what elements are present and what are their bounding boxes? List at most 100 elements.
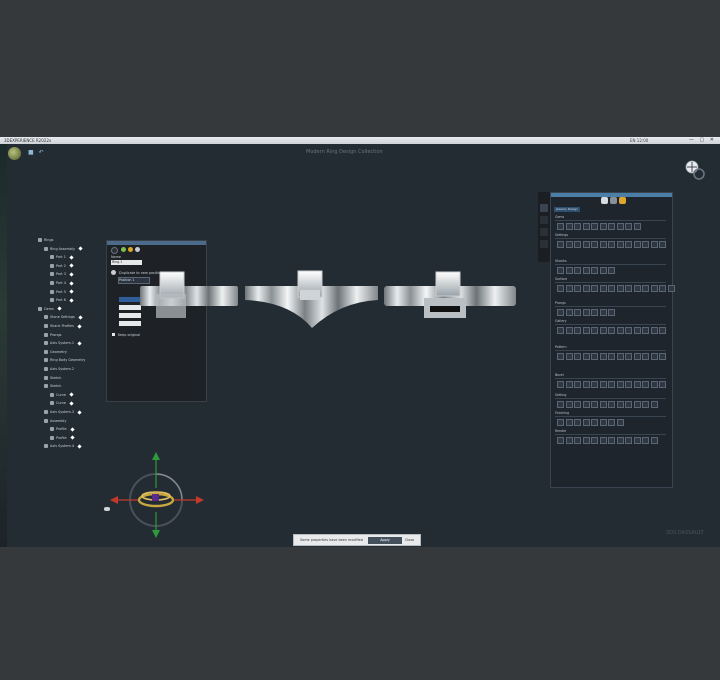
selected-field[interactable] <box>119 297 141 302</box>
command-icon[interactable] <box>599 267 607 274</box>
window-controls[interactable]: — ▢ ✕ <box>689 137 716 144</box>
dialog-menu-icon[interactable] <box>111 247 118 254</box>
tree-item[interactable]: Profile <box>50 435 75 441</box>
command-icon[interactable] <box>608 267 615 274</box>
command-icon[interactable] <box>591 309 598 316</box>
keep-original-checkbox[interactable] <box>112 333 115 336</box>
command-icon[interactable] <box>582 419 590 426</box>
command-icon[interactable] <box>625 285 632 292</box>
command-icon[interactable] <box>616 241 624 248</box>
command-icon[interactable] <box>608 381 615 388</box>
command-icon[interactable] <box>591 419 598 426</box>
tree-item[interactable]: Axis System.4 <box>44 443 82 449</box>
command-icon[interactable] <box>574 267 581 274</box>
command-icon[interactable] <box>599 223 607 230</box>
command-icon[interactable] <box>565 309 573 316</box>
tree-item[interactable]: Shank Profiles <box>44 323 82 329</box>
command-icon[interactable] <box>557 401 564 408</box>
tool-icon-2[interactable] <box>540 216 548 224</box>
ok-icon[interactable] <box>121 247 126 252</box>
command-icon[interactable] <box>608 309 615 316</box>
ring-2[interactable] <box>245 270 378 328</box>
command-icon[interactable] <box>642 241 649 248</box>
toast-apply-button[interactable]: Apply <box>368 536 402 544</box>
command-icon[interactable] <box>557 285 564 292</box>
tree-item[interactable]: Axis System.1 <box>44 340 82 346</box>
command-icon[interactable] <box>574 309 581 316</box>
command-icon[interactable] <box>591 327 598 334</box>
tree-item[interactable]: Geometry <box>44 349 67 355</box>
command-icon[interactable] <box>557 267 564 274</box>
command-icon[interactable] <box>608 419 615 426</box>
command-icon[interactable] <box>599 241 607 248</box>
tree-item[interactable]: Part 3 <box>50 271 74 277</box>
tool-icon-3[interactable] <box>540 228 548 236</box>
command-icon[interactable] <box>633 285 641 292</box>
ring-3[interactable] <box>384 271 516 318</box>
view-cube-icon[interactable] <box>104 507 110 511</box>
command-icon[interactable] <box>633 241 641 248</box>
command-icon[interactable] <box>591 353 598 360</box>
compass-icon[interactable] <box>110 450 210 540</box>
command-icon[interactable] <box>591 437 598 444</box>
command-icon[interactable] <box>608 285 615 292</box>
command-icon[interactable] <box>642 353 649 360</box>
command-icon[interactable] <box>557 437 564 444</box>
command-icon[interactable] <box>574 381 581 388</box>
command-icon[interactable] <box>582 437 590 444</box>
command-icon[interactable] <box>582 381 590 388</box>
tree-item[interactable]: Gems <box>38 306 62 312</box>
command-icon[interactable] <box>625 401 632 408</box>
command-icon[interactable] <box>650 437 658 444</box>
command-icon[interactable] <box>565 419 573 426</box>
command-icon[interactable] <box>582 223 590 230</box>
command-icon[interactable] <box>557 327 564 334</box>
command-icon[interactable] <box>625 327 632 334</box>
undo-icon[interactable]: ↶ <box>39 149 49 156</box>
save-icon[interactable]: ■ <box>28 149 39 156</box>
duplicate-option-icon[interactable] <box>111 270 116 275</box>
command-icon[interactable] <box>565 381 573 388</box>
command-icon[interactable] <box>616 381 624 388</box>
command-icon[interactable] <box>642 327 649 334</box>
command-icon[interactable] <box>659 285 666 292</box>
command-icon[interactable] <box>650 401 658 408</box>
command-icon[interactable] <box>557 353 564 360</box>
command-icon[interactable] <box>582 327 590 334</box>
command-icon[interactable] <box>574 241 581 248</box>
command-icon[interactable] <box>599 285 607 292</box>
command-icon[interactable] <box>582 241 590 248</box>
command-icon[interactable] <box>625 223 632 230</box>
command-icon[interactable] <box>574 327 581 334</box>
tree-item[interactable]: Part 6 <box>50 297 74 303</box>
command-icon[interactable] <box>625 353 632 360</box>
command-icon[interactable] <box>650 381 658 388</box>
command-icon[interactable] <box>582 285 590 292</box>
command-icon[interactable] <box>565 267 573 274</box>
settings-icon[interactable] <box>610 197 617 204</box>
command-icon[interactable] <box>642 401 649 408</box>
command-icon[interactable] <box>599 309 607 316</box>
z-field[interactable] <box>119 321 141 326</box>
help-icon[interactable] <box>135 247 140 252</box>
tree-item[interactable]: Sketch <box>44 383 61 389</box>
command-icon[interactable] <box>650 327 658 334</box>
command-icon[interactable] <box>574 437 581 444</box>
command-icon[interactable] <box>616 353 624 360</box>
tree-item[interactable]: Curve <box>50 400 74 406</box>
command-icon[interactable] <box>565 223 573 230</box>
command-icon[interactable] <box>591 285 598 292</box>
command-icon[interactable] <box>616 327 624 334</box>
tab-jewelry-design[interactable]: Jewelry Design <box>554 207 580 212</box>
command-icon[interactable] <box>650 285 658 292</box>
command-icon[interactable] <box>565 353 573 360</box>
command-icon[interactable] <box>565 241 573 248</box>
x-field[interactable] <box>119 305 141 310</box>
tree-item[interactable]: Axis System.3 <box>44 409 82 415</box>
command-icon[interactable] <box>591 241 598 248</box>
command-icon[interactable] <box>557 381 564 388</box>
command-icon[interactable] <box>599 327 607 334</box>
command-icon[interactable] <box>599 437 607 444</box>
tree-item[interactable]: Stone Settings <box>44 314 83 320</box>
command-icon[interactable] <box>608 437 615 444</box>
